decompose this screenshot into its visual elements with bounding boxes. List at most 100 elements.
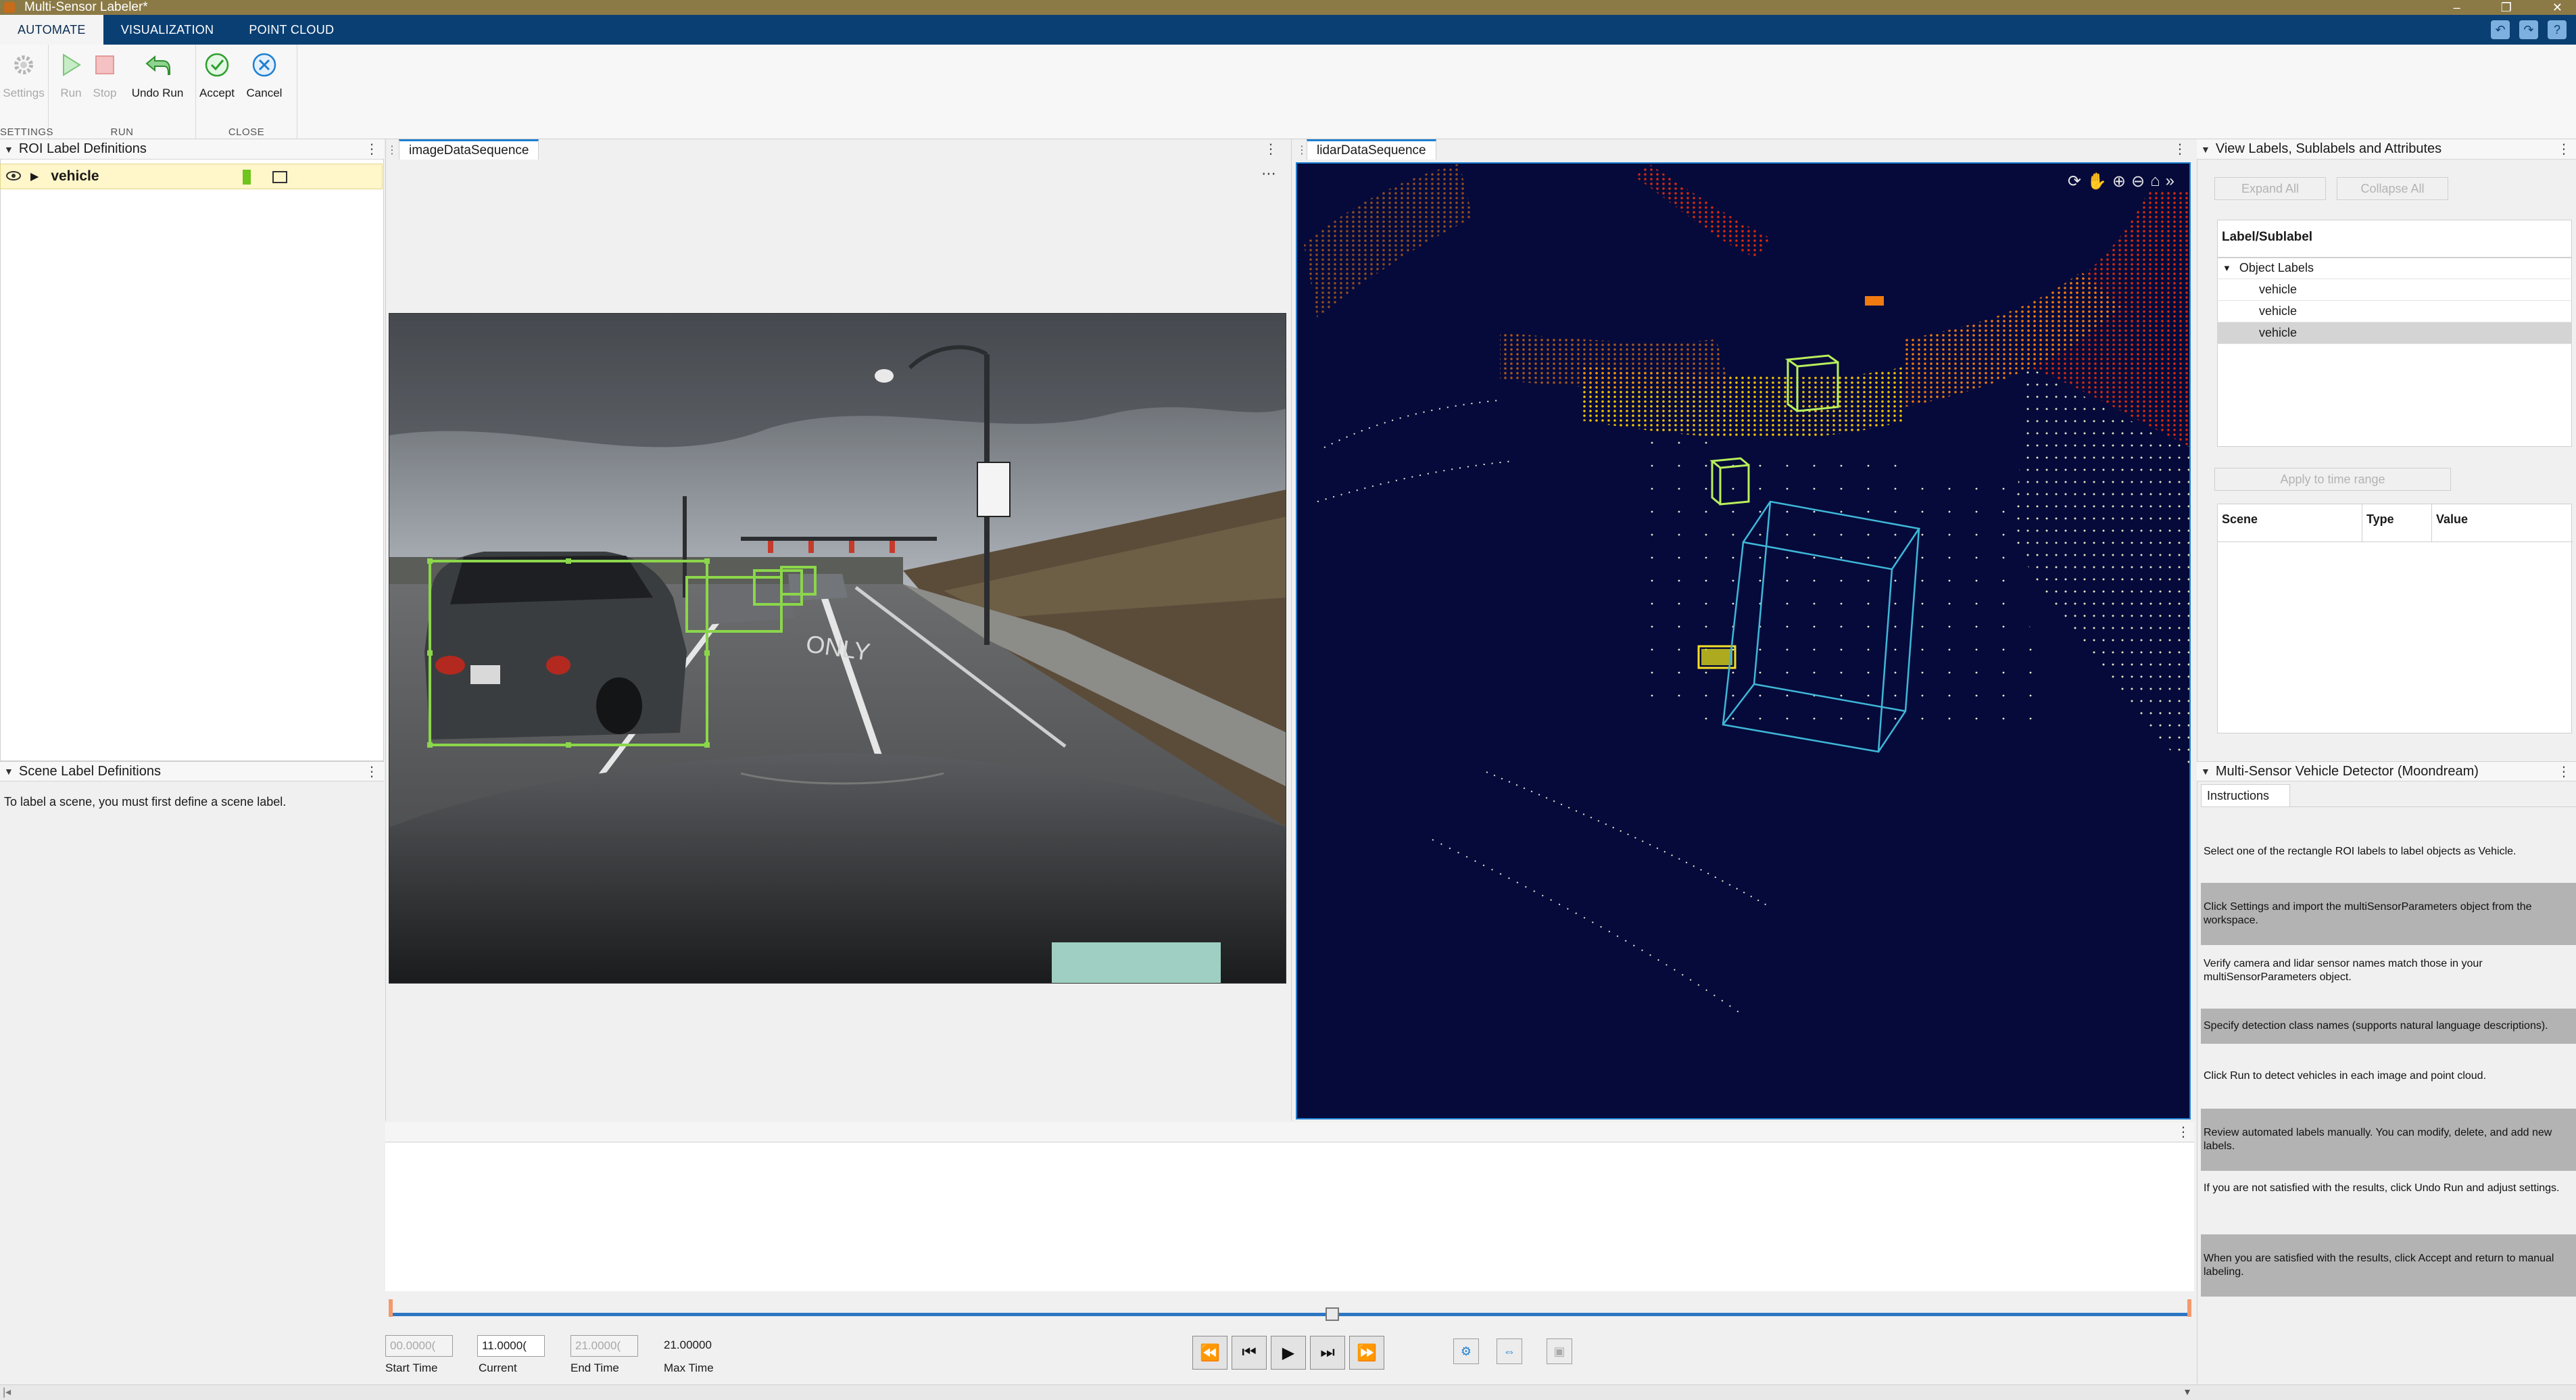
home-icon[interactable]: ⌂ [2150,172,2160,191]
stop-button[interactable]: Stop [74,51,135,100]
redo-icon[interactable]: ↷ [2519,20,2538,39]
tree-header: Label/Sublabel [2217,220,2572,258]
instruction-step: Verify camera and lidar sensor names mat… [2204,958,2483,983]
column-header-value: Value [2432,504,2573,542]
rectangle-icon [272,171,287,183]
max-time-label: Max Time [664,1361,714,1374]
panel-menu-icon[interactable]: ⋮ [365,763,379,780]
tab-image-data-sequence[interactable]: imageDataSequence [399,139,539,160]
tab-visualization[interactable]: VISUALIZATION [103,15,232,45]
undo-run-button[interactable]: Undo Run [127,51,188,100]
document-menu-icon[interactable]: ⋮ [1264,141,1278,158]
tree-item-vehicle[interactable]: vehicle [2217,279,2572,301]
next-frame-icon: ⏭ [1320,1343,1335,1361]
instruction-step: If you are not satisfied with the result… [2204,1182,2560,1194]
minimize-icon[interactable]: – [2454,1,2460,15]
instruction-step: Review automated labels manually. You ca… [2201,1109,2576,1171]
tab-instructions[interactable]: Instructions [2201,784,2290,807]
fast-forward-button[interactable]: ⏩ [1349,1336,1384,1370]
previous-frame-button[interactable]: ⏮ [1232,1336,1267,1370]
tab-automate[interactable]: AUTOMATE [0,15,103,45]
column-header-type: Type [2362,504,2432,542]
instruction-step: When you are satisfied with the results,… [2201,1234,2576,1297]
expand-caret-icon[interactable]: ▶ [30,170,39,183]
apply-to-time-range-button[interactable]: Apply to time range [2214,468,2451,491]
tab-divider [2290,806,2576,807]
close-group: Accept Cancel CLOSE [196,45,297,139]
panel-menu-icon[interactable]: ⋮ [2557,763,2571,780]
camera-image[interactable]: ONLY [389,313,1286,984]
rewind-icon: ⏪ [1200,1343,1220,1362]
tree-item-vehicle[interactable]: vehicle [2217,301,2572,322]
time-range-icon: ⇔ [1503,1344,1515,1358]
zoom-in-icon[interactable]: ⊕ [2112,172,2126,191]
checkmark-icon [203,51,230,78]
start-time-field[interactable]: 00.0000( [385,1335,453,1357]
current-time-thumb[interactable] [1326,1307,1340,1321]
detector-panel-header: ▼ Multi-Sensor Vehicle Detector (Moondre… [2197,761,2576,781]
rotate-icon[interactable]: ⟳ [2068,172,2081,191]
resize-handle-icon[interactable]: |◂ [3,1385,11,1399]
collapse-icon[interactable]: ▼ [2201,766,2210,777]
zoom-out-icon[interactable]: ⊖ [2131,172,2145,191]
axes-toolbar: ⟳ ✋ ⊕ ⊖ ⌂ » [2068,172,2174,191]
scene-panel-title: Scene Label Definitions [18,763,161,779]
instruction-step: Click Run to detect vehicles in each ima… [2204,1070,2487,1082]
pan-icon[interactable]: ✋ [2087,172,2107,191]
more-options-icon[interactable]: ⋯ [1261,165,1276,183]
tab-point-cloud[interactable]: POINT CLOUD [231,15,351,45]
restore-icon[interactable]: ❐ [2501,1,2512,15]
instruction-step: Specify detection class names (supports … [2201,1009,2576,1044]
collapse-icon[interactable]: ▼ [2222,263,2231,273]
current-time-field[interactable]: 11.0000( [477,1335,545,1357]
expand-all-button[interactable]: Expand All [2214,177,2326,200]
timeline-slider[interactable] [391,1313,2189,1316]
attributes-table: Scene Type Value [2217,504,2573,733]
title-bar: Multi-Sensor Labeler* – ❐ ✕ [0,0,2576,15]
end-flag[interactable] [2187,1299,2191,1317]
panel-menu-icon[interactable]: ⋮ [2557,141,2571,158]
playback-settings-button[interactable]: ⚙ [1453,1338,1479,1364]
label-color-swatch[interactable] [243,170,251,185]
time-range-button[interactable]: ⇔ [1497,1338,1522,1364]
undo-icon[interactable]: ↶ [2491,20,2510,39]
run-group: Run Stop Undo Run RUN [49,45,196,139]
document-menu-icon[interactable]: ⋮ [1296,143,1307,157]
attributes-panel-header: ▼ View Labels, Sublabels and Attributes … [2197,139,2576,160]
collapse-icon[interactable]: ▼ [4,766,14,777]
collapse-icon[interactable]: ▼ [2201,144,2210,155]
scene-panel-header: ▼ Scene Label Definitions ⋮ [0,761,384,781]
eye-icon[interactable] [6,169,21,185]
collapse-icon[interactable]: ▼ [4,144,14,155]
more-tools-icon[interactable]: » [2166,172,2174,191]
timeline-menu-icon[interactable]: ⋮ [2177,1124,2190,1140]
scene-panel: To label a scene, you must first define … [0,781,384,1383]
close-window-icon[interactable]: ✕ [2552,1,2562,15]
sync-button[interactable]: ▣ [1547,1338,1572,1364]
tree-item-vehicle-selected[interactable]: vehicle [2217,322,2572,344]
instruction-step: Select one of the rectangle ROI labels t… [2204,846,2517,857]
roi-label-vehicle[interactable]: ▶ vehicle [0,164,383,189]
end-time-field[interactable]: 21.0000( [570,1335,638,1357]
play-button[interactable]: ▶ [1271,1336,1306,1370]
start-flag[interactable] [389,1299,393,1317]
attributes-panel-title: View Labels, Sublabels and Attributes [2215,141,2442,156]
document-menu-icon[interactable]: ⋮ [2173,141,2187,158]
document-menu-icon[interactable]: ⋮ [387,143,397,157]
panel-menu-icon[interactable]: ⋮ [365,141,379,158]
chevron-down-icon[interactable]: ▾ [2185,1385,2190,1399]
rewind-button[interactable]: ⏪ [1192,1336,1228,1370]
signal-area [385,1142,2194,1291]
cancel-button[interactable]: Cancel [234,51,295,100]
scene-panel-message: To label a scene, you must first define … [4,795,287,808]
help-icon[interactable]: ? [2548,20,2567,39]
gear-icon: ⚙ [1460,1344,1472,1358]
max-time-value: 21.00000 [664,1338,712,1351]
tree-group-object-labels[interactable]: ▼ Object Labels [2217,258,2572,279]
lidar-point-cloud[interactable]: ⟳ ✋ ⊕ ⊖ ⌂ » [1296,162,2191,1119]
next-frame-button[interactable]: ⏭ [1310,1336,1345,1370]
toolstrip: Settings SETTINGS Run Stop Undo Run RUN [0,45,2576,139]
current-time-label: Current [479,1361,517,1374]
collapse-all-button[interactable]: Collapse All [2337,177,2448,200]
tab-lidar-data-sequence[interactable]: lidarDataSequence [1307,139,1436,160]
